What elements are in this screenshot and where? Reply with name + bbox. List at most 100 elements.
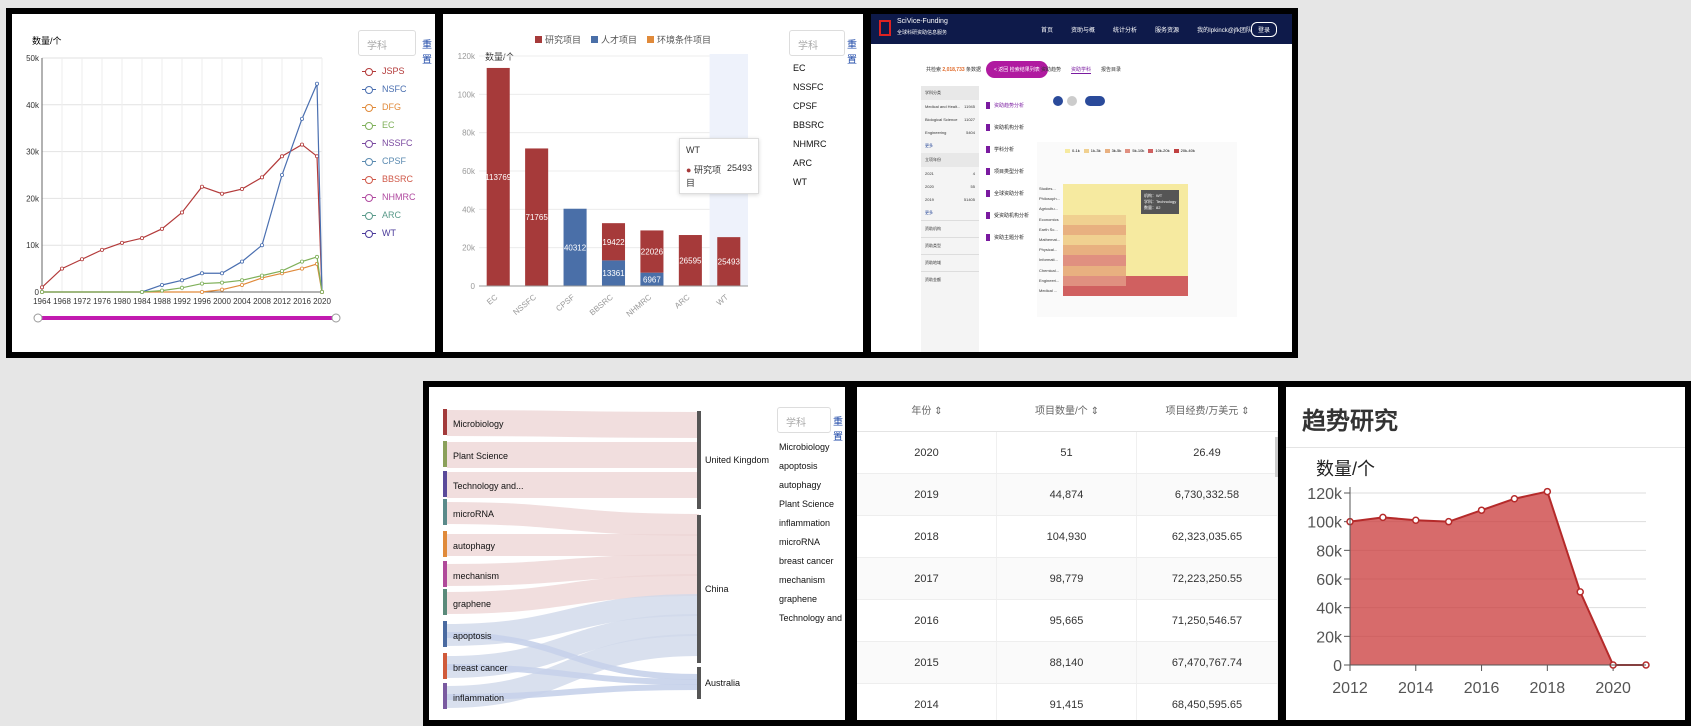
heatmap-cell[interactable] — [1063, 234, 1126, 246]
legend-label: DFG — [382, 102, 401, 112]
heatmap-cell[interactable] — [1125, 265, 1188, 276]
filter-item[interactable]: apoptosisx — [779, 456, 845, 475]
nav-item[interactable]: 统计分析 — [1113, 25, 1137, 34]
tab-item[interactable]: 资助学科 — [1071, 66, 1092, 74]
legend-item-nhmrc[interactable]: NHMRC — [362, 188, 416, 206]
x-tick-label: 1980 — [113, 297, 131, 306]
column-header[interactable]: 项目经费/万美元 ⇕ — [1137, 402, 1278, 417]
filter-item-nssfc[interactable]: NSSFCx — [793, 77, 863, 96]
subject-search-input[interactable]: 学科 — [358, 30, 416, 56]
filter-item[interactable]: Plant Sciencex — [779, 494, 845, 513]
filter-item[interactable]: autophagyx — [779, 475, 845, 494]
heatmap-cell[interactable] — [1063, 224, 1126, 235]
legend-label: 3k-5k — [1111, 148, 1122, 153]
login-button[interactable]: 登录 — [1251, 22, 1278, 37]
legend-item-ec[interactable]: EC — [362, 116, 416, 134]
filter-option-label: 2019 — [925, 197, 934, 202]
filter-option[interactable]: 2021 4 — [921, 167, 979, 180]
save-button[interactable] — [1085, 96, 1105, 106]
filter-group-header[interactable]: 学科分类 — [921, 86, 979, 100]
table-row[interactable]: 2019 44,874 6,730,332.58 — [857, 474, 1278, 516]
table-row[interactable]: 2014 91,415 68,450,595.65 — [857, 684, 1278, 720]
heatmap-cell[interactable] — [1125, 255, 1188, 266]
heatmap-cell[interactable] — [1063, 265, 1126, 276]
back-button[interactable]: < 返回 检索结果列表 — [986, 61, 1048, 78]
result-count: 2,018,733 — [942, 67, 965, 73]
legend-item-wt[interactable]: WT — [362, 224, 416, 242]
filter-item-nhmrc[interactable]: NHMRCx — [793, 134, 863, 153]
filter-item-ec[interactable]: ECx — [793, 58, 863, 77]
filter-item[interactable]: mechanismx — [779, 570, 845, 589]
legend-item-dfg[interactable]: DFG — [362, 98, 416, 116]
filter-item[interactable]: Microbiologyx — [779, 437, 845, 456]
filter-item[interactable]: microRNAx — [779, 532, 845, 551]
filter-item[interactable]: graphenex — [779, 589, 845, 608]
x-tick-label: 2004 — [233, 297, 251, 306]
heatmap-cell[interactable] — [1063, 245, 1126, 256]
reset-link[interactable]: 重置 — [422, 36, 435, 66]
filter-group-header[interactable]: 资助类型 — [921, 237, 979, 254]
data-point — [1543, 487, 1552, 496]
chart-type-toggle-alt[interactable] — [1067, 96, 1077, 106]
heatmap-cell[interactable] — [1063, 285, 1126, 297]
filter-item-arc[interactable]: ARCx — [793, 153, 863, 172]
subject-search-input[interactable]: 学科 — [789, 30, 845, 56]
table-row[interactable]: 2018 104,930 62,323,035.65 — [857, 516, 1278, 558]
nav-item[interactable]: 首页 — [1041, 25, 1053, 34]
table-scrollbar[interactable] — [1275, 437, 1278, 477]
heatmap-cell[interactable] — [1063, 184, 1126, 195]
brand-subtitle: 全球科研资助信息服务 — [897, 30, 948, 36]
column-header[interactable]: 年份 ⇕ — [857, 402, 997, 417]
heatmap-cell[interactable] — [1063, 275, 1126, 286]
heatmap-cell[interactable] — [1125, 285, 1188, 297]
nav-item[interactable]: 我的Ipkinck@jfk团队 — [1197, 25, 1252, 34]
heatmap-cell[interactable] — [1125, 224, 1188, 235]
legend-item-nsfc[interactable]: NSFC — [362, 80, 416, 98]
filter-group-header[interactable]: 立项年份 — [921, 153, 979, 167]
legend-item-jsps[interactable]: JSPS — [362, 62, 416, 80]
column-header[interactable]: 项目数量/个 ⇕ — [997, 402, 1137, 417]
heatmap-cell[interactable] — [1125, 245, 1188, 256]
more-link[interactable]: 更多 — [921, 206, 979, 220]
legend-item-cpsf[interactable]: CPSF — [362, 152, 416, 170]
brand-name: SciVice-Funding — [897, 18, 948, 25]
nav-item[interactable]: 资助与概 — [1071, 25, 1095, 34]
heatmap-cell[interactable] — [1125, 214, 1188, 225]
filter-option[interactable]: 2019 51405 — [921, 193, 979, 206]
tab-item[interactable]: 报告目录 — [1101, 66, 1121, 74]
legend-item-nssfc[interactable]: NSSFC — [362, 134, 416, 152]
heatmap-cell[interactable] — [1125, 275, 1188, 286]
nav-item[interactable]: 服务资源 — [1155, 25, 1179, 34]
range-slider-track — [38, 316, 336, 320]
filter-item-wt[interactable]: WTx — [793, 172, 863, 191]
filter-item-cpsf[interactable]: CPSFx — [793, 96, 863, 115]
tab-item[interactable]: 资助趋势 — [1041, 66, 1061, 74]
legend-item-bbsrc[interactable]: BBSRC — [362, 170, 416, 188]
filter-item-bbsrc[interactable]: BBSRCx — [793, 115, 863, 134]
filter-group-header[interactable]: 资助地域 — [921, 254, 979, 271]
filter-item[interactable]: inflammationx — [779, 513, 845, 532]
filter-option[interactable]: Biological Science 11027 — [921, 113, 979, 126]
filter-group-header[interactable]: 资助机构 — [921, 220, 979, 237]
heatmap-cell[interactable] — [1063, 204, 1126, 215]
table-row[interactable]: 2015 88,140 67,470,767.74 — [857, 642, 1278, 684]
subject-search-input[interactable]: 学科 — [777, 407, 831, 433]
filter-option[interactable]: 2020 55 — [921, 180, 979, 193]
table-row[interactable]: 2016 95,665 71,250,546.57 — [857, 600, 1278, 642]
menu-item[interactable]: 资助机构分析 — [986, 116, 1046, 138]
more-link[interactable]: 更多 — [921, 139, 979, 153]
filter-item[interactable]: Technology and Me...x — [779, 608, 845, 627]
heatmap-cell[interactable] — [1063, 194, 1126, 205]
filter-option[interactable]: Medical and Healt... 11945 — [921, 100, 979, 113]
filter-item[interactable]: breast cancerx — [779, 551, 845, 570]
table-row[interactable]: 2017 98,779 72,223,250.55 — [857, 558, 1278, 600]
table-row[interactable]: 2020 51 26.49 — [857, 432, 1278, 474]
heatmap-cell[interactable] — [1125, 234, 1188, 246]
heatmap-cell[interactable] — [1063, 255, 1126, 266]
filter-group-header[interactable]: 资助金额 — [921, 271, 979, 288]
chart-type-toggle[interactable] — [1053, 96, 1063, 106]
heatmap-cell[interactable] — [1063, 214, 1126, 225]
menu-item[interactable]: 资助趋势分析 — [986, 94, 1046, 116]
legend-item-arc[interactable]: ARC — [362, 206, 416, 224]
filter-option[interactable]: Engineering 5404 — [921, 126, 979, 139]
